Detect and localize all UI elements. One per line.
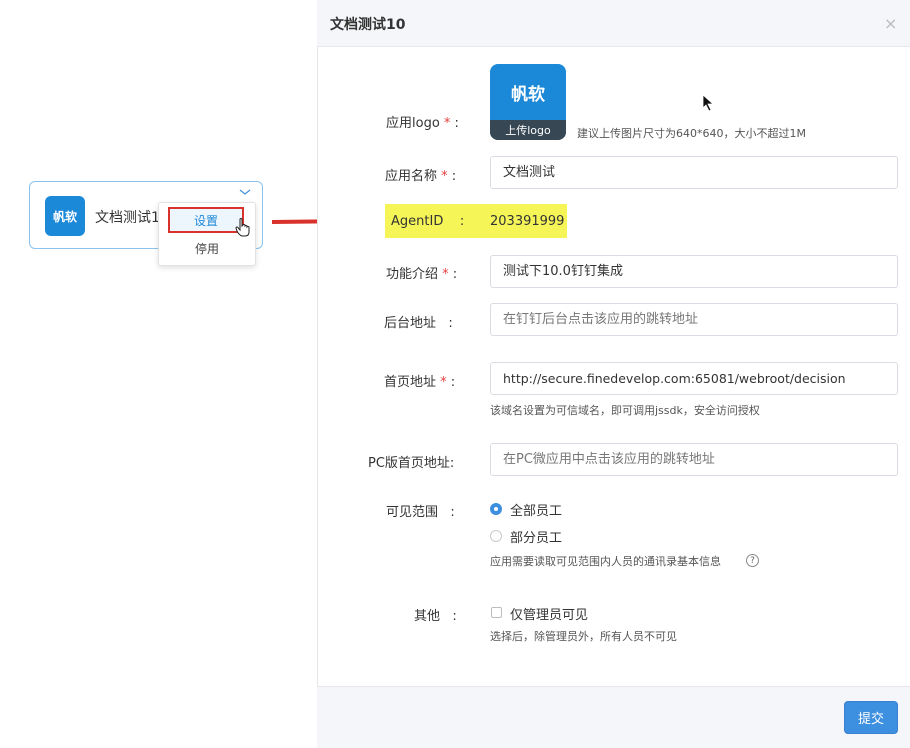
- logo-hint: 建议上传图片尺寸为640*640，大小不超过1M: [577, 127, 806, 140]
- agentid-value: 203391999: [490, 214, 565, 229]
- pc-homepage-input[interactable]: 在PC微应用中点击该应用的跳转地址: [490, 443, 898, 476]
- app-logo-text: 帆软: [52, 209, 77, 224]
- admin-only-label: 仅管理员可见: [510, 608, 589, 623]
- visibility-hint: 应用需要读取可见范围内人员的通讯录基本信息: [490, 555, 721, 568]
- intro-input[interactable]: 测试下10.0钉钉集成: [490, 255, 898, 288]
- homepage-label: 首页地址 * :: [384, 375, 456, 390]
- app-name: 文档测试1: [95, 210, 160, 226]
- dialog-header: [317, 0, 910, 47]
- app-name-input[interactable]: 文档测试: [490, 156, 898, 189]
- radio-some-staff[interactable]: [490, 530, 502, 542]
- dialog-title: 文档测试10: [330, 17, 406, 33]
- chevron-down-icon[interactable]: [238, 186, 252, 198]
- logo-label: 应用logo * :: [386, 116, 459, 131]
- app-logo: 帆软: [45, 196, 85, 236]
- homepage-hint: 该域名设置为可信域名，即可调用jssdk，安全访问授权: [490, 404, 760, 417]
- radio-all-staff[interactable]: [490, 503, 502, 515]
- agentid-label: AgentID :: [391, 214, 465, 229]
- upload-logo-button[interactable]: 上传logo: [490, 120, 566, 140]
- submit-button[interactable]: 提交: [844, 701, 898, 734]
- backend-url-input[interactable]: 在钉钉后台点击该应用的跳转地址: [490, 303, 898, 336]
- dialog-footer: [317, 686, 910, 748]
- visibility-label: 可见范围 :: [386, 505, 455, 520]
- pc-homepage-label: PC版首页地址:: [368, 456, 455, 471]
- menu-item-settings[interactable]: 设置: [168, 207, 244, 233]
- name-label: 应用名称 * :: [385, 169, 457, 184]
- logo-preview-text: 帆软: [511, 84, 545, 105]
- intro-label: 功能介绍 * :: [386, 267, 458, 282]
- help-icon[interactable]: ?: [746, 554, 759, 567]
- close-icon[interactable]: ×: [884, 14, 897, 33]
- mouse-cursor-icon: [702, 94, 715, 112]
- other-label: 其他 :: [414, 609, 457, 624]
- homepage-url-input[interactable]: http://secure.finedevelop.com:65081/webr…: [490, 362, 898, 395]
- menu-item-disable[interactable]: 停用: [158, 239, 256, 257]
- radio-all-staff-label: 全部员工: [510, 504, 563, 519]
- admin-only-checkbox[interactable]: [491, 607, 502, 618]
- other-hint: 选择后，除管理员外，所有人员不可见: [490, 630, 677, 643]
- backend-label: 后台地址 :: [384, 316, 453, 331]
- hand-cursor-icon: [235, 218, 250, 237]
- radio-some-staff-label: 部分员工: [510, 531, 563, 546]
